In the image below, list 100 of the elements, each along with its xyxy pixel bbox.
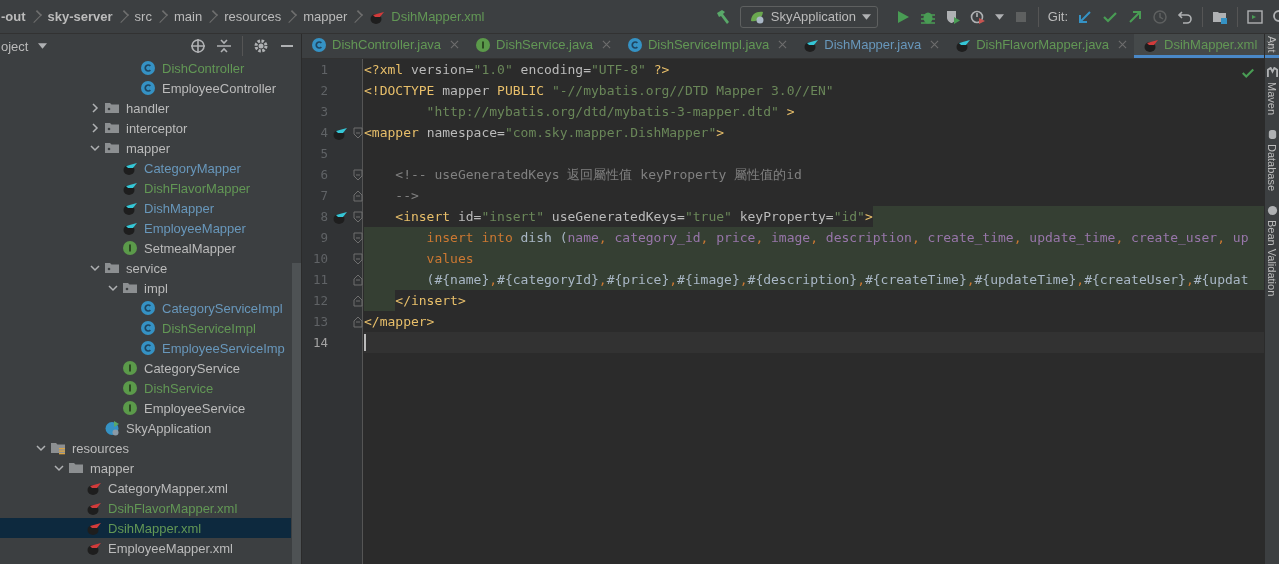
tree-item[interactable]: DsihFlavorMapper.xml: [0, 498, 291, 518]
chevron-icon[interactable]: [108, 283, 118, 293]
shield-run-icon[interactable]: [944, 8, 961, 25]
tree-item[interactable]: DishFlavorMapper: [0, 178, 291, 198]
crosshair-icon[interactable]: [190, 38, 206, 54]
tree-item[interactable]: EmployeeMapper.xml: [0, 538, 291, 558]
fold-marker-icon[interactable]: [353, 252, 363, 265]
class-icon: [140, 80, 156, 96]
tool-window-button[interactable]: Database: [1265, 128, 1279, 191]
chevron-icon[interactable]: [36, 443, 46, 453]
breadcrumb-item[interactable]: DsihMapper.xml: [391, 9, 485, 24]
code-line: <mapper namespace="com.sky.mapper.DishMapper">: [364, 124, 725, 142]
profiler-icon[interactable]: [969, 8, 986, 25]
scrollbar-thumb[interactable]: [292, 263, 301, 564]
bird-icon: [86, 500, 102, 516]
tree-item[interactable]: EmployeeService: [0, 398, 291, 418]
tree-item[interactable]: EmployeeMapper: [0, 218, 291, 238]
chevron-icon[interactable]: [90, 143, 100, 153]
folder-icon: [104, 140, 120, 156]
tool-window-button[interactable]: Maven: [1265, 66, 1279, 115]
editor-tab[interactable]: DishMapper.java: [794, 34, 947, 58]
bird-icon: [122, 220, 138, 236]
interface-icon: [122, 380, 138, 396]
tree-item[interactable]: EmployeeServiceImp: [0, 338, 291, 358]
fold-marker-icon[interactable]: [353, 126, 363, 139]
caret-icon[interactable]: [38, 43, 48, 49]
tree-item[interactable]: DishService: [0, 378, 291, 398]
fold-marker-icon[interactable]: [353, 315, 363, 328]
tool-window-button[interactable]: Ant: [1265, 36, 1279, 53]
interface-icon: [475, 36, 492, 53]
tree-item[interactable]: CategoryService: [0, 358, 291, 378]
undo-icon[interactable]: [1177, 8, 1193, 25]
chevron-icon[interactable]: [90, 103, 100, 113]
database-icon: [1266, 128, 1278, 140]
tree-item[interactable]: CategoryServiceImpl: [0, 298, 291, 318]
project-view-title[interactable]: oject: [1, 38, 29, 54]
code-line: -->: [394, 187, 419, 205]
caret-icon: [862, 13, 872, 20]
tree-item[interactable]: interceptor: [0, 118, 291, 138]
clock-icon[interactable]: [1152, 8, 1168, 25]
fold-marker-icon[interactable]: [353, 231, 363, 244]
chevron-icon[interactable]: [54, 463, 64, 473]
bird-icon: [122, 160, 138, 176]
breadcrumb-item[interactable]: -out: [1, 9, 26, 24]
editor-tab[interactable]: DishService.java: [466, 34, 618, 58]
bird-icon: [86, 480, 102, 496]
tree-item[interactable]: handler: [0, 98, 291, 118]
tool-window-button[interactable]: Bean Validation: [1265, 204, 1279, 296]
run-configuration-dropdown[interactable]: SkyApplication: [739, 5, 878, 28]
tree-item[interactable]: DsihMapper.xml: [0, 518, 291, 538]
tree-item[interactable]: EmployeeController: [0, 78, 291, 98]
text-cursor: [364, 334, 366, 351]
editor-tab[interactable]: DishController.java: [302, 34, 467, 58]
fold-marker-icon[interactable]: [353, 210, 363, 223]
breadcrumb-item[interactable]: sky-server: [47, 9, 113, 24]
close-icon[interactable]: [450, 40, 460, 49]
editor-tab[interactable]: DishFlavorMapper.java: [946, 34, 1135, 58]
tree-item[interactable]: service: [0, 258, 291, 278]
tree-item[interactable]: mapper: [0, 138, 291, 158]
code-line: <?xml version="1.0" encoding="UTF-8" ?>: [364, 61, 670, 79]
tree-item[interactable]: mapper: [0, 458, 291, 478]
fold-marker-icon[interactable]: [353, 294, 363, 307]
caret-icon[interactable]: [994, 13, 1004, 20]
tree-item[interactable]: CategoryMapper: [0, 158, 291, 178]
collapse-icon[interactable]: [216, 38, 232, 54]
close-icon[interactable]: [1266, 40, 1276, 49]
update-arrow-icon[interactable]: [1077, 8, 1093, 25]
tree-item[interactable]: resources: [0, 438, 291, 458]
push-arrow-icon[interactable]: [1127, 8, 1143, 25]
hammer-icon[interactable]: [714, 8, 731, 25]
fold-marker-icon[interactable]: [353, 273, 363, 286]
close-icon[interactable]: [930, 40, 940, 49]
line-number: 14: [311, 335, 328, 350]
terminal-icon[interactable]: [1247, 8, 1263, 25]
bird-icon: [86, 540, 102, 556]
tree-item[interactable]: SetmealMapper: [0, 238, 291, 258]
chevron-icon[interactable]: [90, 263, 100, 273]
git-label: Git:: [1047, 9, 1068, 24]
app-class-icon: [104, 420, 120, 436]
breadcrumb-item[interactable]: src: [134, 9, 152, 24]
breadcrumb-item[interactable]: main: [173, 9, 203, 24]
folder-icon: [104, 120, 120, 136]
settings-icon[interactable]: [253, 38, 269, 54]
close-icon[interactable]: [601, 40, 611, 49]
class-icon: [311, 36, 327, 53]
tree-item[interactable]: CategoryMapper.xml: [0, 478, 291, 498]
tree-item[interactable]: DishMapper: [0, 198, 291, 218]
code-line: <insert id="insert" useGeneratedKeys="true" keyProperty="id">: [364, 206, 1264, 227]
close-icon[interactable]: [778, 40, 788, 49]
close-icon[interactable]: [1118, 40, 1128, 49]
tree-item[interactable]: SkyApplication: [0, 418, 291, 438]
fold-marker-icon[interactable]: [353, 189, 363, 202]
tree-item[interactable]: impl: [0, 278, 291, 298]
breadcrumb-item[interactable]: mapper: [303, 9, 348, 24]
tree-item[interactable]: DishController: [0, 58, 291, 78]
chevron-icon[interactable]: [90, 123, 100, 133]
editor-tab[interactable]: DishServiceImpl.java: [617, 34, 795, 58]
tree-item[interactable]: DishServiceImpl: [0, 318, 291, 338]
breadcrumb-item[interactable]: resources: [224, 9, 282, 24]
fold-marker-icon[interactable]: [353, 168, 363, 181]
